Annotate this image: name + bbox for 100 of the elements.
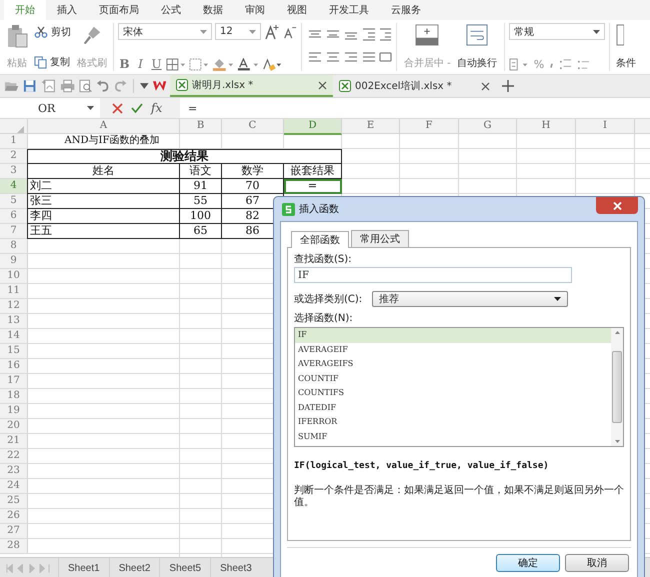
row-header[interactable]: 25 — [0, 494, 28, 508]
print-preview-icon[interactable] — [79, 79, 92, 93]
row-header[interactable]: 12 — [0, 299, 28, 313]
row-header[interactable]: 7 — [0, 224, 28, 238]
row-header[interactable]: 26 — [0, 509, 28, 523]
undo-icon[interactable] — [96, 79, 110, 93]
row-header[interactable]: 19 — [0, 404, 28, 418]
search-field[interactable]: IF — [294, 267, 572, 283]
ribbon-tab[interactable]: 数据 — [192, 0, 234, 20]
new-tab-icon[interactable] — [502, 80, 514, 92]
ribbon-tab[interactable]: 公式 — [150, 0, 192, 20]
ribbon-tab[interactable]: 插入 — [46, 0, 88, 20]
function-item[interactable]: AVERAGEIF — [295, 342, 611, 357]
borders-icon[interactable] — [166, 58, 186, 70]
row-header[interactable]: 4 — [0, 179, 28, 193]
font-grow-icon[interactable] — [264, 24, 280, 40]
row-header[interactable]: 16 — [0, 359, 28, 373]
underline-button[interactable]: U — [150, 57, 163, 71]
name-box[interactable]: OR — [0, 98, 100, 118]
scroll-up-icon[interactable] — [614, 331, 620, 334]
row-header[interactable]: 11 — [0, 284, 28, 298]
function-item[interactable]: DATEDIF — [295, 400, 611, 415]
row-header[interactable]: 15 — [0, 344, 28, 358]
row-header[interactable]: 23 — [0, 464, 28, 478]
column-header[interactable]: B — [180, 119, 222, 135]
formula-field[interactable]: = — [180, 98, 650, 118]
row-header[interactable]: 24 — [0, 479, 28, 493]
fill-color-icon[interactable] — [212, 58, 234, 70]
bold-button[interactable]: B — [118, 57, 131, 71]
cut-button[interactable]: 剪切 — [34, 25, 71, 39]
app-logo-icon[interactable] — [152, 80, 166, 92]
cell-style-icon[interactable] — [189, 58, 209, 70]
format-painter-button[interactable]: 格式刷 — [75, 23, 109, 71]
function-item[interactable]: IF — [295, 328, 611, 342]
column-header[interactable]: D — [284, 119, 342, 135]
font-select[interactable]: 宋体 — [118, 23, 212, 40]
row-header[interactable]: 13 — [0, 314, 28, 328]
row-header[interactable]: 22 — [0, 449, 28, 463]
ribbon-tab[interactable]: 视图 — [276, 0, 318, 20]
ribbon-tab[interactable]: 开始 — [4, 0, 46, 20]
copy-button[interactable]: 复制 — [34, 55, 71, 69]
function-item[interactable]: COUNTIFS — [295, 386, 611, 400]
column-header[interactable]: G — [459, 119, 517, 135]
column-header[interactable]: I — [576, 119, 635, 135]
cancel-icon[interactable] — [112, 102, 123, 114]
export-pdf-icon[interactable] — [40, 79, 56, 93]
italic-button[interactable]: I — [134, 57, 147, 71]
wrap-text-button[interactable]: 自动换行 — [454, 23, 500, 71]
font-color-icon[interactable] — [237, 58, 259, 70]
font-size-select[interactable]: 12 — [215, 23, 261, 40]
ribbon-tab[interactable]: 审阅 — [234, 0, 276, 20]
paste-button[interactable]: 粘贴 — [4, 23, 30, 71]
row-header[interactable]: 21 — [0, 434, 28, 448]
redo-icon[interactable] — [114, 79, 128, 93]
ok-button[interactable]: 确定 — [496, 554, 560, 572]
open-folder-icon[interactable] — [4, 79, 20, 93]
row-header[interactable]: 1 — [0, 134, 28, 148]
caret-icon[interactable] — [140, 83, 149, 89]
print-icon[interactable] — [60, 79, 76, 93]
sheet-tab[interactable]: Sheet2 — [108, 558, 160, 577]
cancel-button[interactable]: 取消 — [565, 554, 629, 572]
dialog-tab[interactable]: 常用公式 — [351, 230, 409, 247]
row-header[interactable]: 2 — [0, 149, 28, 163]
row-header[interactable]: 14 — [0, 329, 28, 343]
merge-center-button[interactable]: 合并居中 - — [401, 23, 454, 71]
function-item[interactable]: SUMIF — [295, 430, 611, 444]
document-tab[interactable]: 谢明月.xlsx * — [170, 75, 333, 97]
row-header[interactable]: 6 — [0, 209, 28, 223]
increase-decimal-icon[interactable] — [558, 58, 574, 71]
column-header[interactable]: E — [342, 119, 400, 135]
document-tab[interactable]: 002Excel培训.xlsx * — [333, 75, 496, 97]
clear-format-icon[interactable] — [262, 58, 282, 70]
insert-function-button[interactable]: fx — [151, 101, 162, 115]
number-format-select[interactable]: 常规 — [508, 23, 605, 40]
column-header[interactable]: H — [517, 119, 576, 135]
row-header[interactable]: 3 — [0, 164, 28, 178]
scrollbar[interactable] — [611, 328, 623, 446]
ribbon-tab[interactable]: 云服务 — [380, 0, 432, 20]
category-select[interactable]: 推荐 — [372, 291, 568, 307]
sheet-tab[interactable]: Sheet5 — [159, 558, 210, 577]
row-header[interactable]: 5 — [0, 194, 28, 208]
save-icon[interactable] — [23, 79, 37, 93]
check-icon[interactable] — [131, 103, 143, 113]
percent-button[interactable]: % — [534, 58, 544, 71]
scroll-down-icon[interactable] — [614, 440, 620, 443]
row-header[interactable]: 9 — [0, 254, 28, 268]
decrease-decimal-icon[interactable] — [576, 58, 592, 71]
active-cell[interactable]: = — [284, 179, 342, 194]
close-button[interactable] — [596, 197, 638, 214]
column-header[interactable]: F — [400, 119, 459, 135]
close-icon[interactable] — [481, 82, 490, 90]
row-header[interactable]: 28 — [0, 539, 28, 553]
conditional-format-button[interactable]: 条件 — [614, 23, 638, 71]
row-header[interactable]: 20 — [0, 419, 28, 433]
close-icon[interactable] — [318, 80, 327, 90]
sheet-tab[interactable]: Sheet3 — [210, 558, 261, 577]
row-header[interactable]: 17 — [0, 374, 28, 388]
sheet-tab[interactable]: Sheet1 — [58, 558, 109, 577]
row-header[interactable]: 18 — [0, 389, 28, 403]
function-item[interactable]: AVERAGEIFS — [295, 357, 611, 372]
